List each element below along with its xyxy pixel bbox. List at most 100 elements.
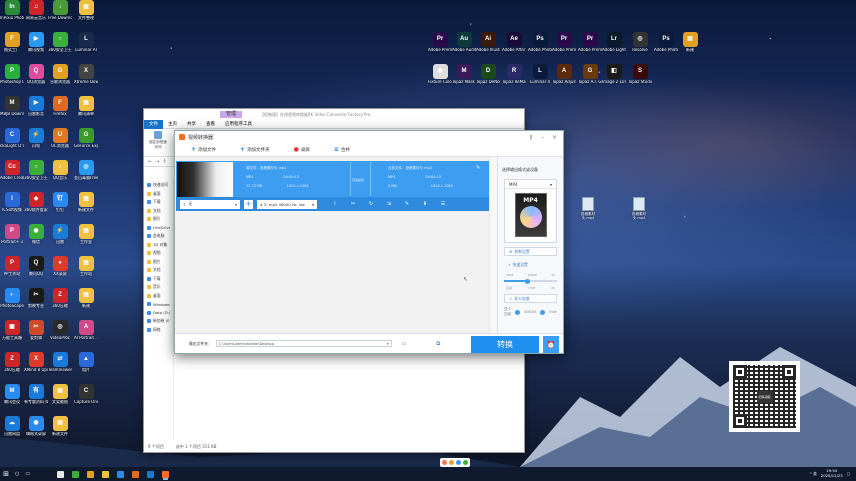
- open-folder-icon[interactable]: ⧉: [437, 341, 441, 347]
- desktop-icon[interactable]: DTopaz DeNoise AI: [476, 64, 500, 85]
- desktop-icon[interactable]: ▣ 万能工具箱: [0, 320, 24, 341]
- desktop-icon[interactable]: 钉钉钉: [48, 192, 72, 213]
- audio-track-select[interactable]: ◂ 2: mp2 48000 Hz, ste ▾: [257, 199, 317, 209]
- desktop-icon[interactable]: MMBJB Downloader: [0, 96, 24, 117]
- desktop-icon[interactable]: Z 360压缩: [0, 352, 24, 373]
- desktop-icon[interactable]: XXtreme Downlo...: [74, 64, 98, 85]
- toolbar-button[interactable]: + 添加文件: [191, 146, 216, 153]
- taskbar-app-icon[interactable]: [132, 470, 140, 478]
- task-tool-icon[interactable]: ✂: [347, 201, 359, 207]
- nav-item[interactable]: 下载: [147, 198, 170, 207]
- taskbar-app-icon[interactable]: [72, 470, 80, 478]
- ribbon-tab[interactable]: 查看: [201, 121, 220, 127]
- taskbar-app-icon[interactable]: [102, 470, 110, 478]
- desktop-icon[interactable]: ▤ 新建文件: [74, 192, 98, 213]
- desktop-icon[interactable]: AuAdobe Audition ...: [452, 32, 476, 53]
- desktop-icon[interactable]: ▤ 腾讯清单: [74, 96, 98, 117]
- toolbar-button[interactable]: ● 录屏: [294, 146, 310, 153]
- desktop-icon[interactable]: G 谷歌浏览器: [48, 64, 72, 85]
- windows-start-icon[interactable]: ⊞: [0, 467, 12, 481]
- nav-item[interactable]: Windows (C:): [147, 300, 170, 309]
- desktop-icon[interactable]: ● XX录屏: [48, 256, 72, 277]
- taskbar-app-icon[interactable]: [117, 470, 125, 478]
- desktop-file[interactable]: 投稿素材头.mp4: [626, 197, 652, 220]
- taskbar-app-icon[interactable]: [87, 470, 95, 478]
- mode-badge[interactable]: 高速模式: [352, 176, 364, 185]
- desktop-icon[interactable]: PrAdobe Premie...: [578, 32, 602, 53]
- desktop-icon[interactable]: InInPixio Photo ...: [0, 0, 24, 21]
- desktop-icon[interactable]: ⚡ 闪电: [24, 128, 48, 149]
- desktop-icon[interactable]: XXMind 8 Update 9: [24, 352, 48, 373]
- desktop-icon[interactable]: RTopaz ReMask...: [502, 64, 526, 85]
- desktop-icon[interactable]: P Portrait+ 3: [0, 224, 24, 245]
- ime-toolbar[interactable]: [440, 458, 470, 467]
- task-tool-icon[interactable]: ✎: [401, 201, 413, 207]
- up-arrow-icon[interactable]: ↑: [162, 159, 166, 165]
- nav-item[interactable]: 音乐: [147, 283, 170, 292]
- desktop-icon[interactable]: ▤ 工作室: [74, 224, 98, 245]
- ribbon-tab[interactable]: 应用程序工具: [220, 121, 257, 127]
- desktop-icon[interactable]: ◎ VideoProc: [48, 320, 72, 341]
- task-tool-icon[interactable]: i: [329, 201, 341, 207]
- quality-preset[interactable]: 720P: [528, 286, 536, 290]
- explorer-manage-tab[interactable]: 管理: [220, 111, 243, 118]
- nav-item[interactable]: 新加卷 (E:): [147, 317, 170, 326]
- search-icon[interactable]: ○: [15, 471, 19, 477]
- nav-item[interactable]: 此电脑: [147, 232, 170, 241]
- nav-item[interactable]: 图片: [147, 215, 170, 224]
- quality-preset[interactable]: 自动: [506, 286, 512, 290]
- task-tool-icon[interactable]: ⬇: [419, 201, 431, 207]
- desktop-icon[interactable]: STopaz Studio 2: [628, 64, 652, 85]
- desktop-icon[interactable]: L Luminar AI: [74, 32, 98, 53]
- desktop-icon[interactable]: CckaLight D STUDIO: [0, 128, 24, 149]
- desktop-icon[interactable]: PrAdobe Premie...: [428, 32, 452, 53]
- desktop-icon[interactable]: L Luminar 4: [528, 64, 552, 85]
- desktop-icon[interactable]: ◎ 金山毒霸Free: [74, 160, 98, 181]
- task-list-scrollbar[interactable]: [489, 157, 497, 333]
- desktop-icon[interactable]: A AI Portrait ...: [74, 320, 98, 341]
- taskbar-app-icon[interactable]: [57, 470, 65, 478]
- format-select[interactable]: MP4 ▾: [505, 180, 556, 189]
- desktop-icon[interactable]: ▤ 新建文件: [48, 416, 72, 437]
- task-item[interactable]: 源文件：投稿素材头.mp4 MP4 00:00:10 12.73 MB 1920 x…: [176, 161, 489, 211]
- desktop-icon[interactable]: Q QQ浏览器: [24, 64, 48, 85]
- desktop-icon[interactable]: ▶ 腾讯视频: [24, 32, 48, 53]
- taskbar-app-icon[interactable]: [147, 470, 155, 478]
- desktop-icon[interactable]: PrAdobe Premie...: [552, 32, 576, 53]
- desktop-icon[interactable]: ◉ 嗨格式录屏: [24, 416, 48, 437]
- desktop-icon[interactable]: ▶ 迅雷影音: [24, 96, 48, 117]
- task-tool-icon[interactable]: ⇲: [383, 201, 395, 207]
- taskbar-app-icon[interactable]: [162, 470, 170, 478]
- desktop-icon[interactable]: ♪ QQ音乐: [48, 160, 72, 181]
- clock[interactable]: 19:54 2020/12/23: [821, 469, 843, 478]
- desktop-icon[interactable]: ◧ Image 2 LUT: [602, 64, 626, 85]
- ribbon-tab[interactable]: 共享: [182, 121, 201, 127]
- desktop-icon[interactable]: ☁ 迅雷网盘: [0, 416, 24, 437]
- desktop-icon[interactable]: U UC浏览器: [48, 128, 72, 149]
- edit-pencil-icon[interactable]: ✎: [476, 164, 480, 173]
- desktop-icon[interactable]: ◐ PhotoScape: [0, 288, 24, 309]
- desktop-icon[interactable]: ▤ 新建: [74, 288, 98, 309]
- key-icon[interactable]: ⚷: [529, 134, 533, 141]
- task-tool-icon[interactable]: ↻: [365, 201, 377, 207]
- gpu-acceleration-button[interactable]: ➚ 显卡加速: [504, 294, 557, 303]
- folder-browse-icon[interactable]: ▭: [402, 341, 407, 347]
- nav-item[interactable]: 网络: [147, 326, 170, 335]
- desktop-icon[interactable]: AeAdobe After Effects CC: [502, 32, 526, 53]
- desktop-icon[interactable]: PsAdobe Photosh...: [528, 32, 552, 53]
- video-thumbnail[interactable]: [177, 162, 233, 197]
- task-view-icon[interactable]: ▭: [25, 471, 30, 477]
- close-icon[interactable]: ×: [552, 134, 557, 141]
- desktop-icon[interactable]: ⇄ TeamViewer: [48, 352, 72, 373]
- output-path-field[interactable]: C:\Users\Administrator\Desktop ▾: [215, 340, 392, 347]
- desktop-icon[interactable]: F Firefox: [48, 96, 72, 117]
- nav-item[interactable]: 桌面: [147, 292, 170, 301]
- desktop-icon[interactable]: Q 腾讯QQ: [24, 256, 48, 277]
- desktop-icon[interactable]: ▤ 文件整理: [74, 0, 98, 21]
- desktop-icon[interactable]: ◎ Resolve: [628, 32, 652, 53]
- quality-preset[interactable]: 4K: [551, 273, 555, 277]
- desktop-icon[interactable]: ▤ 文案截图: [48, 384, 72, 405]
- desktop-icon[interactable]: ▤ 工作站: [74, 256, 98, 277]
- desktop-icon[interactable]: ⚡ 迅雷: [48, 224, 72, 245]
- ribbon-tool-button[interactable]: 固定到快速访问: [148, 131, 168, 154]
